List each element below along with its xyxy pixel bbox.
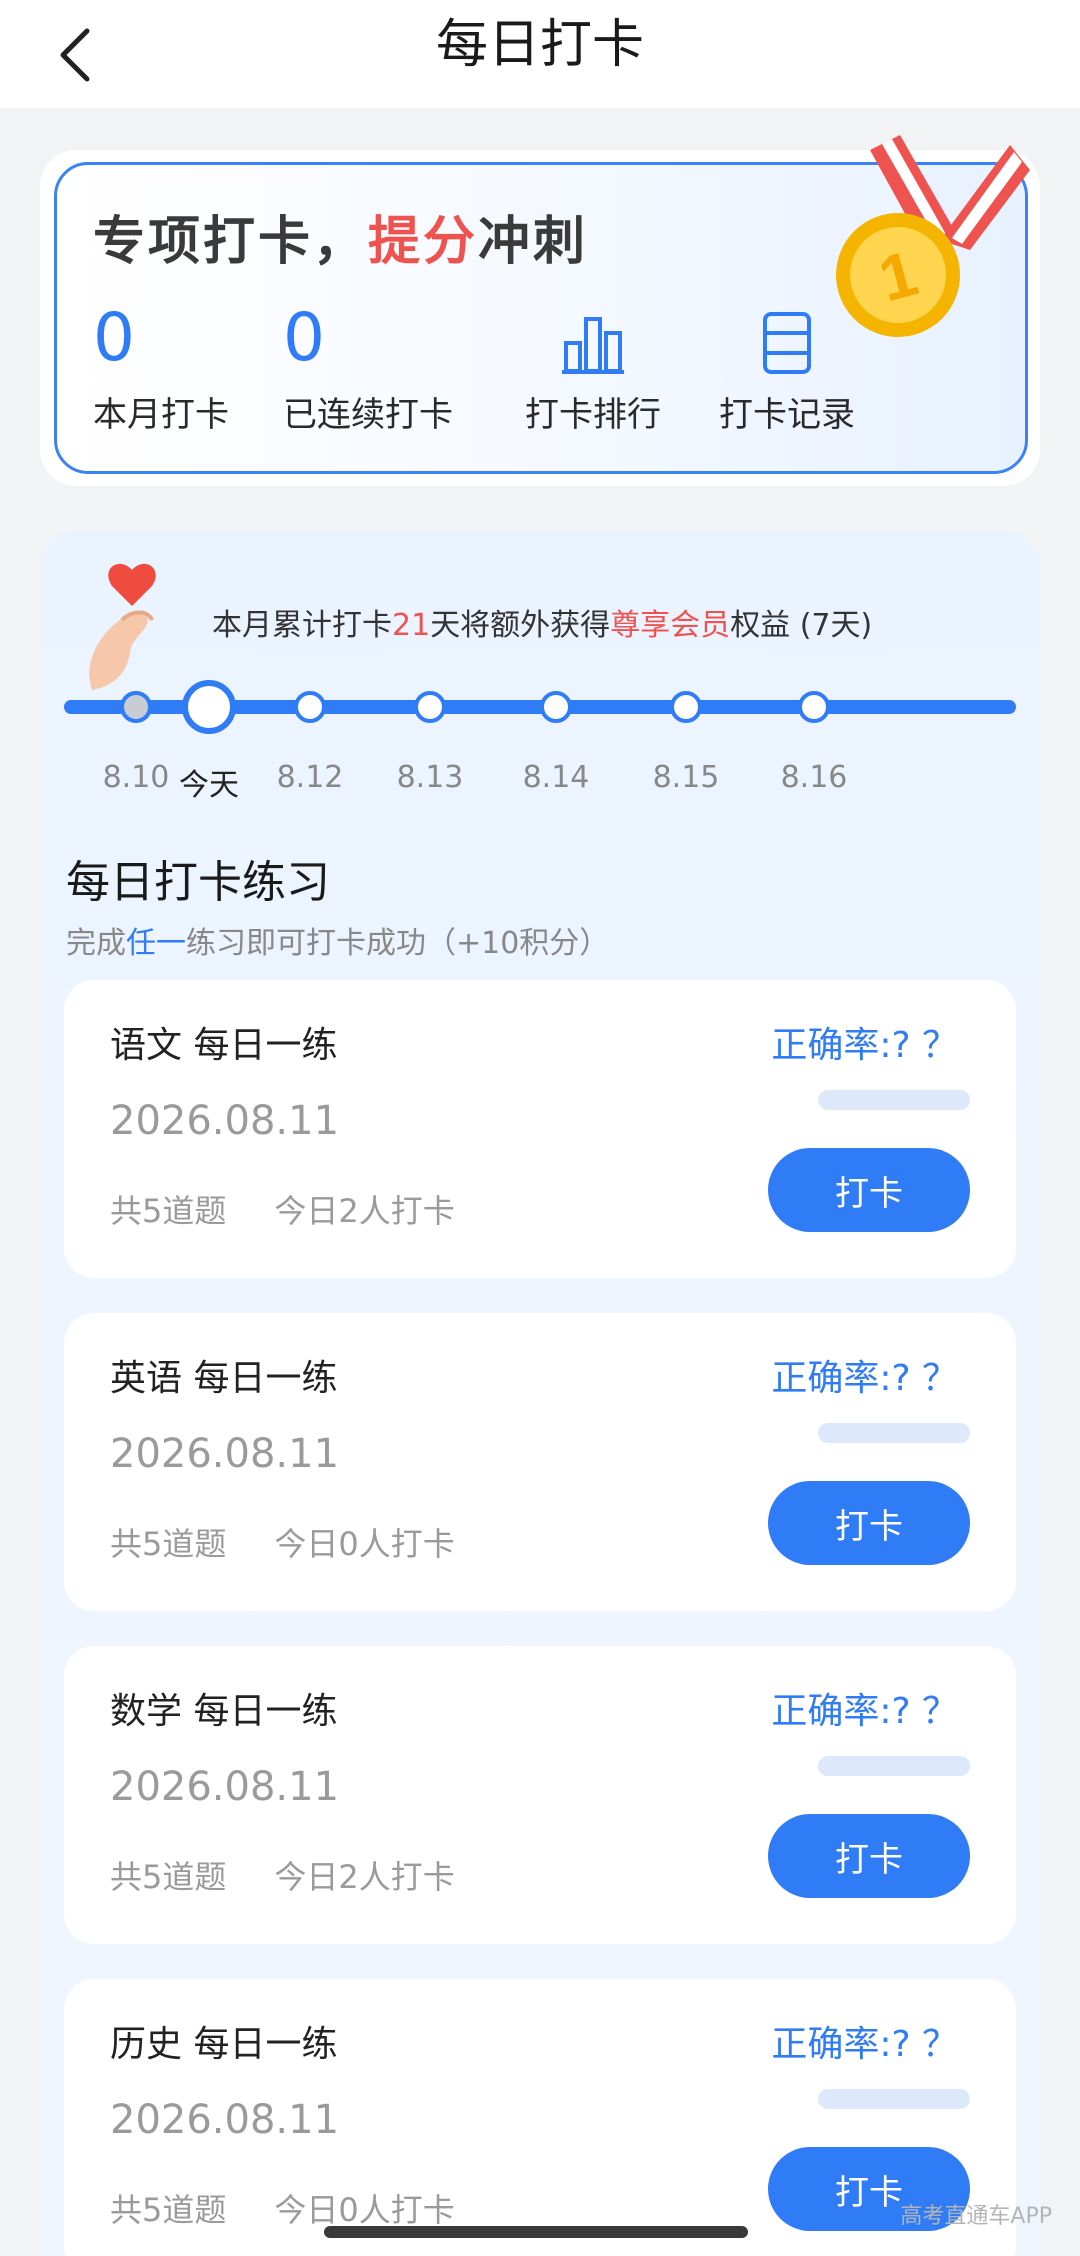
exercise-date: 2026.08.11 (110, 2097, 340, 2143)
exercise-accuracy: 正确率:? ？ (771, 1025, 958, 1066)
exercise-meta: 共5道题 今日2人打卡 (110, 1186, 455, 1232)
promo-pre: 本月累计打卡 (212, 608, 392, 643)
practice-sub-pre: 完成 (66, 926, 126, 961)
exercise-date: 2026.08.11 (110, 1098, 340, 1144)
timeline-dot (670, 691, 702, 723)
exercise-card-math[interactable]: 数学 每日一练 2026.08.11 共5道题 今日2人打卡 正确率:? ？ 打卡 (64, 1646, 1016, 1944)
exercise-date: 2026.08.11 (110, 1431, 340, 1477)
practice-sub-highlight: 任一 (126, 926, 186, 961)
timeline-dot (540, 691, 572, 723)
checkin-button[interactable]: 打卡 (768, 1481, 970, 1565)
stat-month-value: 0 (93, 299, 135, 376)
exercise-title: 历史 每日一练 (110, 2024, 338, 2065)
exercise-count: 共5道题 (110, 1858, 227, 1896)
exercise-card-chinese[interactable]: 语文 每日一练 2026.08.11 共5道题 今日2人打卡 正确率:? ？ 打卡 (64, 980, 1016, 1278)
promo-post: 权益 (7天) (730, 608, 873, 643)
bar-chart-icon (513, 303, 673, 375)
exercise-people: 今日2人打卡 (274, 1192, 455, 1230)
exercise-title: 英语 每日一练 (110, 1358, 338, 1399)
app-root: 每日打卡 专项打卡，提分冲刺 0 本月打卡 0 已连续打卡 打卡排行 打卡记录 … (0, 0, 1080, 2256)
banner-title-part2: 冲刺 (478, 212, 589, 272)
timeline-date: 8.14 (522, 760, 590, 795)
ranking-label: 打卡排行 (525, 395, 661, 435)
practice-title: 每日打卡练习 (66, 857, 330, 908)
stat-month-checkins[interactable]: 0 本月打卡 (93, 303, 229, 436)
watermark: 高考直通车APP (900, 2204, 1052, 2229)
exercise-date: 2026.08.11 (110, 1764, 340, 1810)
timeline-dot (294, 691, 326, 723)
promo-days: 21 (392, 608, 431, 643)
stat-streak-label: 已连续打卡 (283, 395, 453, 435)
exercise-people: 今日0人打卡 (274, 1525, 455, 1563)
exercise-accuracy: 正确率:? ？ (771, 1358, 958, 1399)
ranking-button[interactable]: 打卡排行 (513, 303, 673, 436)
promo-benefit: 尊享会员 (610, 608, 731, 643)
timeline-dot (414, 691, 446, 723)
exercise-title: 语文 每日一练 (110, 1025, 338, 1066)
checkin-panel: 本月累计打卡21天将额外获得尊享会员权益 (7天) 8.10 今天 8.12 8… (40, 530, 1040, 2256)
practice-subtitle: 完成任一练习即可打卡成功（+10积分） (66, 918, 609, 962)
exercise-card-english[interactable]: 英语 每日一练 2026.08.11 共5道题 今日0人打卡 正确率:? ？ 打卡 (64, 1313, 1016, 1611)
exercise-meta: 共5道题 今日0人打卡 (110, 1519, 455, 1565)
timeline-date: 8.15 (652, 760, 720, 795)
exercise-count: 共5道题 (110, 1192, 227, 1230)
stat-streak-value: 0 (283, 299, 325, 376)
exercise-people: 今日2人打卡 (274, 1858, 455, 1896)
timeline-date: 8.13 (396, 760, 464, 795)
banner-title-part1: 专项打卡， (93, 212, 369, 272)
exercise-count: 共5道题 (110, 1525, 227, 1563)
accuracy-bar (818, 1423, 970, 1443)
records-label: 打卡记录 (719, 395, 855, 435)
timeline-dot-today (182, 680, 236, 734)
timeline-date: 8.16 (780, 760, 848, 795)
banner-title: 专项打卡，提分冲刺 (93, 199, 588, 274)
checkin-button[interactable]: 打卡 (768, 1148, 970, 1232)
header-bar: 每日打卡 (0, 0, 1080, 108)
accuracy-bar (818, 1090, 970, 1110)
exercise-meta: 共5道题 今日0人打卡 (110, 2185, 455, 2231)
exercise-title: 数学 每日一练 (110, 1691, 338, 1732)
home-indicator[interactable] (324, 2226, 748, 2238)
stat-month-label: 本月打卡 (93, 395, 229, 435)
timeline-dot (798, 691, 830, 723)
exercise-count: 共5道题 (110, 2191, 227, 2229)
accuracy-bar (818, 2089, 970, 2109)
accuracy-bar (818, 1756, 970, 1776)
hand-heart-icon (89, 563, 156, 690)
timeline-date: 8.12 (276, 760, 344, 795)
page-title: 每日打卡 (435, 15, 644, 75)
timeline-date-today: 今天 (179, 768, 239, 803)
exercise-card-history[interactable]: 历史 每日一练 2026.08.11 共5道题 今日0人打卡 正确率:? ？ 打卡 (64, 1979, 1016, 2256)
banner-title-highlight: 提分 (368, 212, 479, 272)
stat-streak[interactable]: 0 已连续打卡 (283, 303, 453, 436)
promo-mid: 天将额外获得 (430, 608, 611, 643)
exercise-meta: 共5道题 今日2人打卡 (110, 1852, 455, 1898)
exercise-accuracy: 正确率:? ？ (771, 2024, 958, 2065)
checkin-button[interactable]: 打卡 (768, 1814, 970, 1898)
timeline-dot (120, 691, 152, 723)
practice-sub-post: 练习即可打卡成功（+10积分） (186, 926, 610, 961)
exercise-accuracy: 正确率:? ？ (771, 1691, 958, 1732)
exercise-people: 今日0人打卡 (274, 2191, 455, 2229)
promo-text: 本月累计打卡21天将额外获得尊享会员权益 (7天) (212, 600, 872, 644)
medal-icon: 1 (836, 135, 1030, 337)
